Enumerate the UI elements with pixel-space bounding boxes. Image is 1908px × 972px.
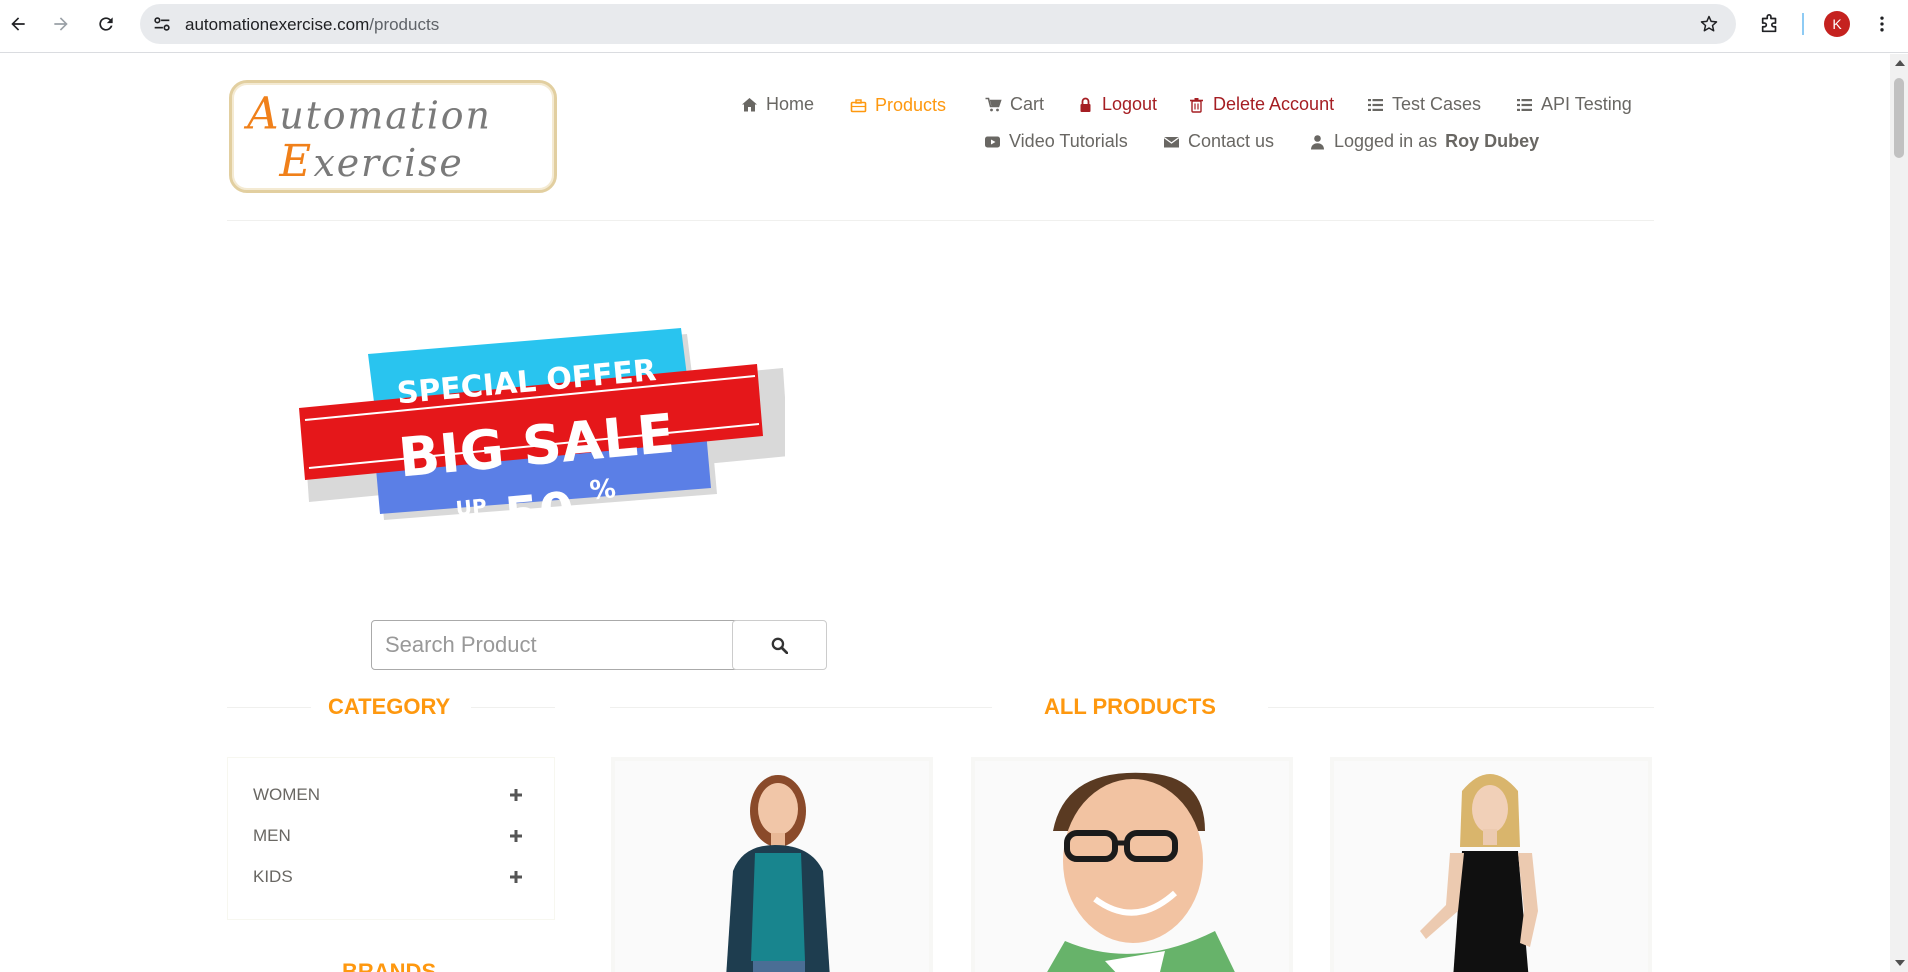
list-icon (1515, 97, 1533, 113)
category-rule-right (471, 707, 555, 708)
off-text: OFF (591, 500, 637, 528)
plus-icon[interactable] (509, 788, 523, 802)
shopping-cart-icon (984, 97, 1002, 113)
search-button[interactable] (732, 620, 827, 670)
category-item-women[interactable]: WOMEN (253, 782, 523, 808)
category-item-men[interactable]: MEN (253, 823, 523, 849)
page-scrollbar[interactable] (1890, 54, 1908, 972)
products-rule-right (1268, 707, 1654, 708)
nav-logout-label: Logout (1102, 94, 1158, 114)
all-products-title: ALL PRODUCTS (1044, 694, 1216, 719)
list-icon (1366, 97, 1384, 113)
category-label: WOMEN (253, 785, 321, 804)
logged-in-status: Logged in as Roy Dubey (1308, 131, 1539, 152)
extensions-button[interactable] (1756, 10, 1784, 38)
product-card[interactable] (611, 757, 933, 972)
arrow-right-icon (54, 17, 68, 31)
site-settings-icon[interactable] (151, 13, 173, 35)
category-label: MEN (253, 826, 291, 845)
nav-home-label: Home (766, 94, 815, 114)
logo-word-2: xercise (313, 141, 463, 185)
logo-artwork: A utomation E xercise (243, 89, 491, 187)
nav-delete-account[interactable]: Delete Account (1187, 94, 1334, 115)
url-path: /products (369, 15, 440, 34)
address-bar[interactable]: automationexercise.com/products (140, 4, 1736, 44)
plus-icon[interactable] (509, 829, 523, 843)
nav-video-tutorials[interactable]: Video Tutorials (983, 131, 1128, 152)
product-card[interactable] (1330, 757, 1652, 972)
user-icon (1308, 134, 1326, 150)
products-rule-left (610, 707, 992, 708)
briefcase-icon (849, 98, 867, 114)
category-label: KIDS (253, 867, 293, 886)
category-title: CATEGORY (328, 694, 451, 719)
forward-button[interactable] (47, 10, 75, 38)
nav-test-cases[interactable]: Test Cases (1366, 94, 1481, 115)
site-logo[interactable]: A utomation E xercise (229, 80, 557, 193)
nav-cart-label: Cart (1010, 94, 1045, 114)
page-viewport: A utomation E xercise Home Products Cart… (0, 54, 1890, 972)
youtube-play-icon (983, 134, 1001, 150)
url-host: automationexercise.com (185, 15, 370, 34)
browser-toolbar: automationexercise.com/products K (0, 0, 1908, 53)
nav-test-cases-label: Test Cases (1392, 94, 1482, 114)
product-image-man-tshirt (975, 761, 1289, 972)
category-panel: WOMEN MEN KIDS (227, 757, 555, 920)
sale-banner-graphic: SPECIAL OFFER BIG SALE UP TO 50 % OFF (299, 328, 789, 545)
bookmark-star-icon[interactable] (1699, 14, 1719, 34)
nav-video-tutorials-label: Video Tutorials (1009, 131, 1128, 151)
search-icon (771, 637, 788, 654)
scrollbar-thumb[interactable] (1894, 78, 1904, 158)
url-text[interactable]: automationexercise.com/products (185, 15, 439, 35)
nav-contact-us[interactable]: Contact us (1162, 131, 1274, 152)
plus-icon[interactable] (509, 870, 523, 884)
nav-home[interactable]: Home (740, 94, 814, 115)
scroll-up-arrow-icon[interactable] (1895, 60, 1905, 66)
product-image-woman-dress (1334, 761, 1648, 972)
product-card[interactable] (971, 757, 1293, 972)
toolbar-divider (1802, 13, 1804, 35)
header-divider (227, 220, 1654, 221)
product-search (371, 620, 827, 670)
arrow-left-icon (11, 17, 25, 31)
product-image-woman-top (615, 761, 929, 972)
home-icon (740, 97, 758, 113)
logged-in-prefix: Logged in as (1334, 131, 1438, 151)
nav-delete-account-label: Delete Account (1213, 94, 1335, 114)
sale-banner: SPECIAL OFFER BIG SALE UP TO 50 % OFF (295, 316, 789, 546)
nav-api-testing[interactable]: API Testing (1515, 94, 1632, 115)
kebab-menu-icon (1880, 16, 1884, 32)
logo-word-1: utomation (279, 93, 491, 137)
logo-initial-a: A (243, 89, 278, 139)
nav-products[interactable]: Products (849, 95, 946, 116)
reload-icon (99, 17, 113, 31)
category-item-kids[interactable]: KIDS (253, 864, 523, 890)
nav-products-label: Products (875, 95, 947, 115)
nav-api-testing-label: API Testing (1541, 94, 1632, 114)
to-text: TO (466, 513, 499, 540)
nav-logout[interactable]: Logout (1076, 94, 1157, 115)
logo-initial-e: E (278, 137, 311, 187)
envelope-icon (1162, 134, 1180, 150)
search-input[interactable] (371, 620, 739, 670)
lock-icon (1076, 97, 1094, 113)
puzzle-icon (1761, 14, 1777, 33)
reload-button[interactable] (92, 10, 120, 38)
scroll-down-arrow-icon[interactable] (1895, 960, 1905, 966)
brands-title: BRANDS (342, 959, 437, 972)
profile-avatar[interactable]: K (1824, 11, 1850, 37)
percent-value-text: 50 (502, 481, 577, 545)
nav-cart[interactable]: Cart (984, 94, 1044, 115)
back-button[interactable] (4, 10, 32, 38)
nav-contact-us-label: Contact us (1188, 131, 1275, 151)
logged-in-username: Roy Dubey (1445, 131, 1540, 151)
category-rule-left (227, 707, 311, 708)
trash-icon (1187, 97, 1205, 113)
browser-menu-button[interactable] (1868, 10, 1896, 38)
